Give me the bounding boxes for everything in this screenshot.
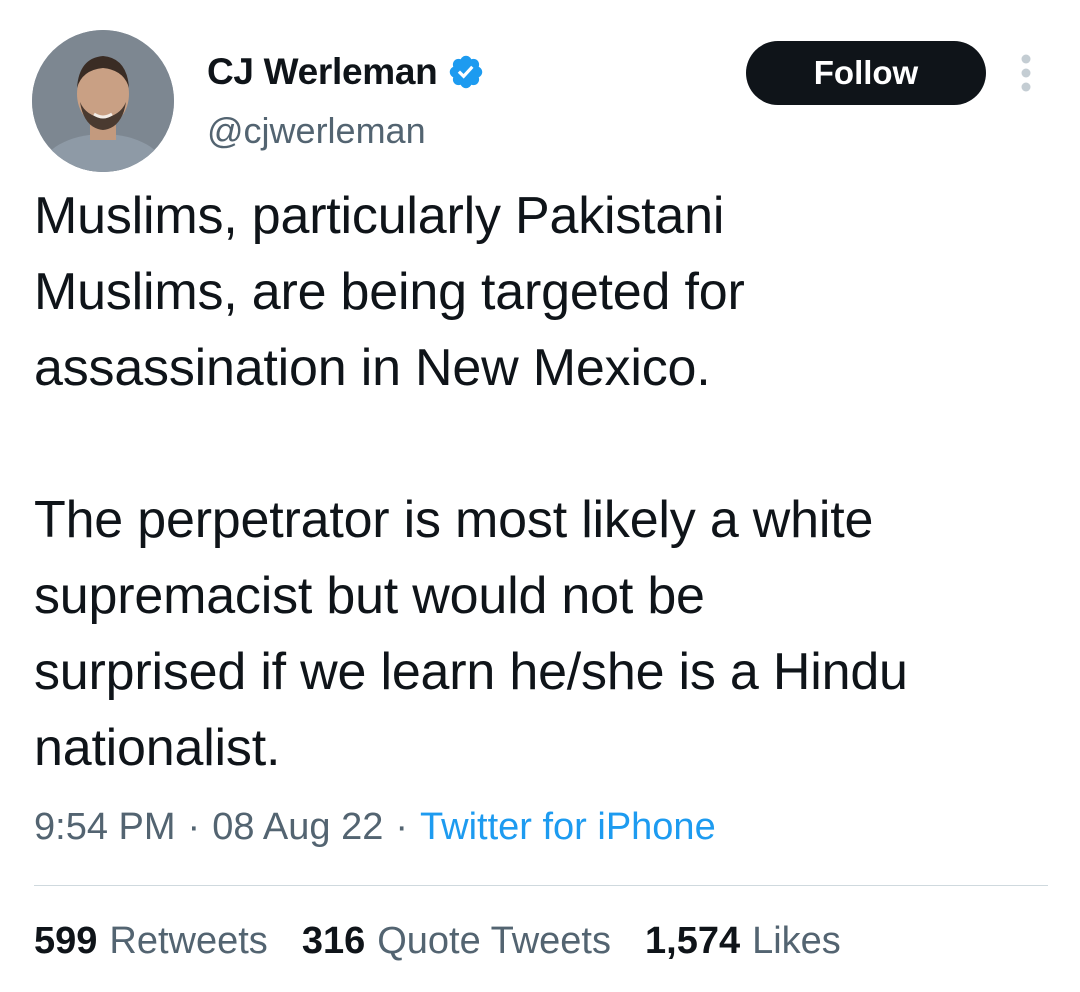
tweet-text: Muslims, particularly Pakistani Muslims,… (34, 178, 1064, 786)
author-handle[interactable]: @cjwerleman (207, 110, 426, 152)
tweet-line: Muslims, are being targeted for (34, 263, 745, 321)
quote-tweets-stat[interactable]: 316 Quote Tweets (302, 920, 611, 963)
tweet-time[interactable]: 9:54 PM (34, 806, 176, 849)
avatar-image (32, 30, 174, 172)
tweet-line: Muslims, particularly Pakistani (34, 187, 725, 245)
quote-tweets-count: 316 (301, 920, 366, 962)
author-display-name[interactable]: CJ Werleman (207, 51, 438, 93)
author-name-row[interactable]: CJ Werleman (207, 50, 485, 94)
verified-badge-icon (450, 55, 483, 89)
tweet-line: nationalist. (34, 719, 281, 777)
tweet-source-link[interactable]: Twitter for iPhone (420, 806, 716, 849)
retweets-stat[interactable]: 599 Retweets (34, 920, 268, 963)
more-options-icon[interactable] (1012, 52, 1040, 94)
likes-count: 1,574 (645, 920, 741, 962)
meta-separator: · (395, 806, 409, 848)
likes-stat[interactable]: 1,574 Likes (645, 920, 841, 963)
likes-label: Likes (752, 920, 841, 962)
tweet-line: The perpetrator is most likely a white (34, 491, 874, 549)
meta-separator: · (187, 806, 201, 848)
retweets-count: 599 (34, 920, 98, 962)
follow-button[interactable]: Follow (746, 41, 986, 105)
divider (34, 885, 1048, 886)
tweet-line: supremacist but would not be (34, 567, 705, 625)
quote-tweets-label: Quote Tweets (377, 920, 611, 962)
tweet-meta: 9:54 PM · 08 Aug 22 · Twitter for iPhone (34, 806, 716, 849)
avatar[interactable] (32, 30, 174, 172)
tweet-stats: 599 Retweets 316 Quote Tweets 1,574 Like… (34, 920, 875, 963)
tweet-date[interactable]: 08 Aug 22 (212, 806, 383, 849)
retweets-label: Retweets (109, 920, 268, 962)
tweet-line: surprised if we learn he/she is a Hindu (34, 643, 908, 701)
tweet-line: assassination in New Mexico. (34, 339, 711, 397)
